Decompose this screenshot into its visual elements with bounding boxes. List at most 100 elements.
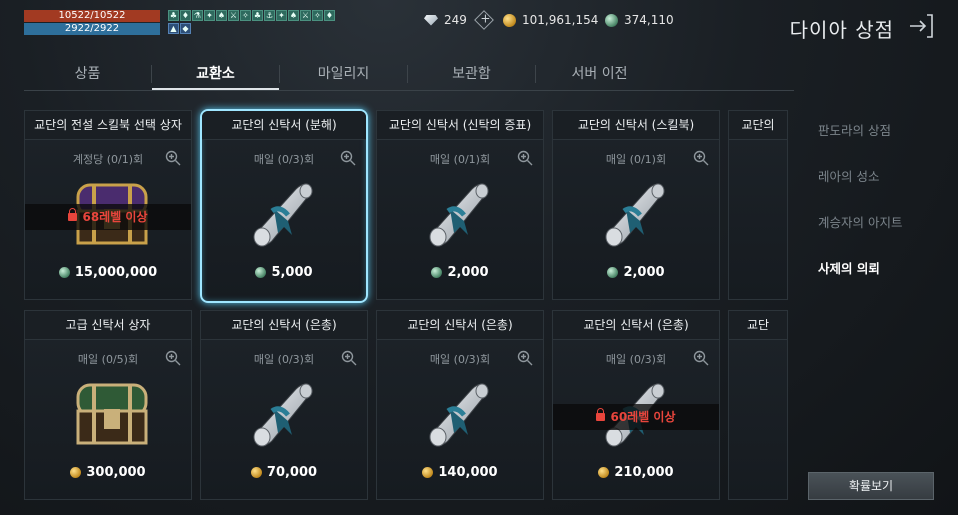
scroll-icon bbox=[248, 375, 320, 451]
buff-icon: ✧ bbox=[240, 10, 251, 21]
buff-icon: ♦ bbox=[324, 10, 335, 21]
item-title: 교단의 신탁서 (분해) bbox=[202, 111, 366, 140]
probability-button[interactable]: 확률보기 bbox=[808, 472, 934, 500]
item-price: 210,000 bbox=[553, 465, 719, 480]
zoom-icon[interactable] bbox=[517, 150, 533, 166]
buff-icon: ✧ bbox=[312, 10, 323, 21]
scroll-icon bbox=[424, 175, 496, 251]
lock-label: 68레벨 이상 bbox=[82, 210, 148, 224]
item-price: 15,000,000 bbox=[25, 265, 191, 280]
green-coin-icon bbox=[255, 267, 267, 278]
buff-icon: ♠ bbox=[288, 10, 299, 21]
buff-icon: ◆ bbox=[180, 23, 191, 34]
buff-icon: ♦ bbox=[180, 10, 191, 21]
lock-icon bbox=[596, 408, 606, 421]
buff-icon: ▲ bbox=[168, 23, 179, 34]
buff-icon: ♣ bbox=[168, 10, 179, 21]
tab-storage[interactable]: 보관함 bbox=[408, 62, 535, 90]
item-title: 교단의 신탁서 (스킬북) bbox=[553, 111, 719, 140]
gold-coin-icon bbox=[598, 467, 610, 478]
item-card[interactable]: 고급 신탁서 상자 매일 (0/5)회 300,000 bbox=[24, 310, 192, 500]
item-price: 300,000 bbox=[25, 465, 191, 480]
lock-icon bbox=[68, 208, 78, 221]
shop-title: 다이아 상점 bbox=[789, 18, 894, 42]
zoom-icon[interactable] bbox=[165, 350, 181, 366]
diamond-currency: 249 bbox=[424, 10, 494, 30]
tab-bar: 상품 교환소 마일리지 보관함 서버 이전 bbox=[24, 62, 794, 90]
item-card[interactable]: 교단의 신탁서 (은총) 매일 (0/3)회 60레벨 이상 210,000 bbox=[552, 310, 720, 500]
zoom-icon[interactable] bbox=[340, 150, 356, 166]
buff-icon: ♣ bbox=[252, 10, 263, 21]
item-card[interactable]: 교단의 신탁서 (분해) 매일 (0/3)회 5,000 bbox=[200, 109, 368, 303]
price-value: 140,000 bbox=[438, 465, 498, 480]
green-coin-icon bbox=[605, 13, 618, 27]
gold-amount: 101,961,154 bbox=[522, 13, 599, 27]
item-price: 70,000 bbox=[201, 465, 367, 480]
buff-icon: ⚓ bbox=[264, 10, 275, 21]
item-price: 2,000 bbox=[377, 265, 543, 280]
item-title: 고급 신탁서 상자 bbox=[25, 311, 191, 340]
price-value: 2,000 bbox=[623, 265, 665, 280]
gold-coin-icon bbox=[422, 467, 434, 478]
tab-mileage[interactable]: 마일리지 bbox=[280, 62, 407, 90]
item-card[interactable]: 교단의 신탁서 (스킬북) 매일 (0/1)회 2,000 bbox=[552, 110, 720, 300]
price-value: 15,000,000 bbox=[74, 265, 158, 280]
zoom-icon[interactable] bbox=[165, 150, 181, 166]
buff-icon: ✦ bbox=[276, 10, 287, 21]
side-item-heir-hideout[interactable]: 계승자의 아지트 bbox=[818, 212, 902, 258]
buff-icon: ♠ bbox=[216, 10, 227, 21]
side-item-pandora-shop[interactable]: 판도라의 상점 bbox=[818, 120, 902, 166]
item-price: 140,000 bbox=[377, 465, 543, 480]
diamond-amount: 249 bbox=[444, 13, 467, 27]
green-chest-icon bbox=[72, 375, 148, 451]
gold-currency: 101,961,154 bbox=[503, 13, 598, 27]
buff-icon: ✦ bbox=[204, 10, 215, 21]
gold-coin-icon bbox=[503, 13, 516, 27]
green-coin-icon bbox=[431, 267, 443, 278]
item-title: 교단의 bbox=[729, 111, 787, 140]
price-value: 5,000 bbox=[271, 265, 313, 280]
buff-icon: ⚗ bbox=[192, 10, 203, 21]
item-card[interactable]: 교단의 신탁서 (은총) 매일 (0/3)회 70,000 bbox=[200, 310, 368, 500]
item-title: 교단 bbox=[729, 311, 787, 340]
item-title: 교단의 신탁서 (신탁의 증표) bbox=[377, 111, 543, 140]
item-card[interactable]: 교단의 bbox=[728, 110, 788, 300]
green-coin-icon bbox=[607, 267, 619, 278]
scroll-icon bbox=[424, 375, 496, 451]
tab-products[interactable]: 상품 bbox=[24, 62, 151, 90]
side-item-priest-request[interactable]: 사제의 의뢰 bbox=[818, 258, 902, 304]
item-title: 교단의 신탁서 (은총) bbox=[377, 311, 543, 340]
buff-row-1: ♣ ♦ ⚗ ✦ ♠ ⚔ ✧ ♣ ⚓ ✦ ♠ ⚔ ✧ ♦ bbox=[168, 10, 335, 21]
gold-coin-icon bbox=[250, 467, 262, 478]
price-value: 70,000 bbox=[266, 465, 318, 480]
add-diamond-button[interactable] bbox=[474, 10, 494, 30]
item-title: 교단의 신탁서 (은총) bbox=[553, 311, 719, 340]
buff-icon: ⚔ bbox=[228, 10, 239, 21]
zoom-icon[interactable] bbox=[693, 150, 709, 166]
gold-coin-icon bbox=[70, 467, 82, 478]
green-currency: 374,110 bbox=[605, 13, 674, 27]
diamond-icon bbox=[424, 14, 438, 26]
mp-bar: 2922/2922 bbox=[24, 23, 160, 35]
scroll-icon bbox=[600, 175, 672, 251]
tab-server-transfer[interactable]: 서버 이전 bbox=[536, 62, 663, 90]
tab-exchange[interactable]: 교환소 bbox=[152, 62, 279, 90]
buff-row-2: ▲ ◆ bbox=[168, 23, 191, 34]
level-lock-banner: 60레벨 이상 bbox=[553, 404, 719, 430]
side-item-rhea-sanctuary[interactable]: 레아의 성소 bbox=[818, 166, 902, 212]
price-value: 2,000 bbox=[447, 265, 489, 280]
side-menu: 판도라의 상점 레아의 성소 계승자의 아지트 사제의 의뢰 bbox=[818, 120, 902, 304]
item-card[interactable]: 교단의 신탁서 (신탁의 증표) 매일 (0/1)회 2,000 bbox=[376, 110, 544, 300]
item-card[interactable]: 교단의 신탁서 (은총) 매일 (0/3)회 140,000 bbox=[376, 310, 544, 500]
exit-icon[interactable] bbox=[908, 12, 934, 40]
item-title: 교단의 신탁서 (은총) bbox=[201, 311, 367, 340]
hp-bar: 10522/10522 bbox=[24, 10, 160, 22]
zoom-icon[interactable] bbox=[341, 350, 357, 366]
zoom-icon[interactable] bbox=[517, 350, 533, 366]
item-card[interactable]: 교단의 전설 스킬북 선택 상자 계정당 (0/1)회 68레벨 이상 15,000,… bbox=[24, 110, 192, 300]
level-lock-banner: 68레벨 이상 bbox=[25, 204, 191, 230]
item-card[interactable]: 교단 bbox=[728, 310, 788, 500]
zoom-icon[interactable] bbox=[693, 350, 709, 366]
item-title: 교단의 전설 스킬북 선택 상자 bbox=[25, 111, 191, 140]
lock-label: 60레벨 이상 bbox=[610, 410, 676, 424]
